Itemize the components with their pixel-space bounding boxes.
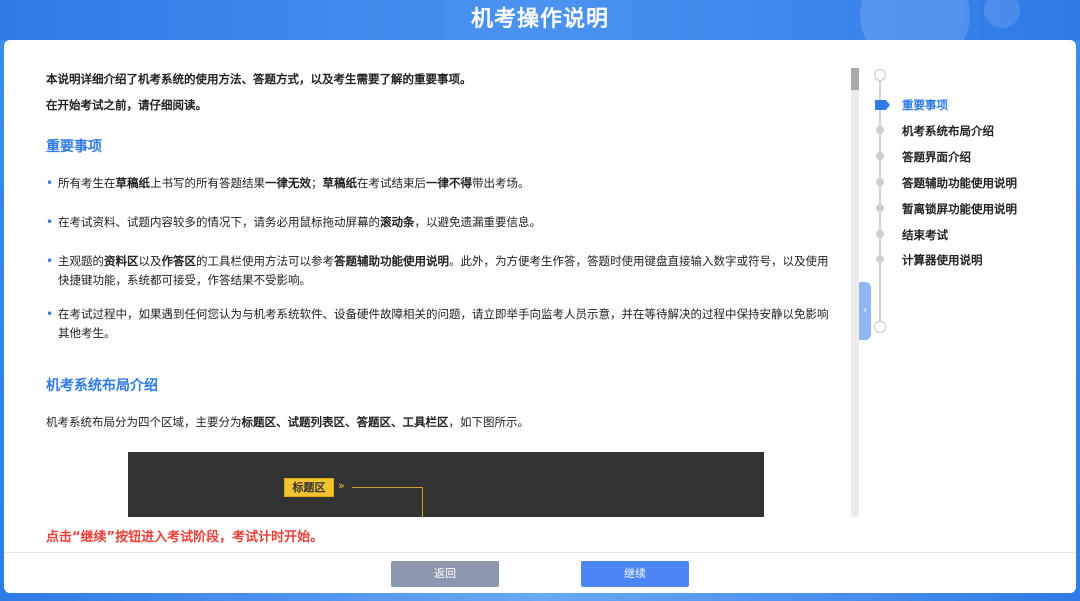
intro-line: 在开始考试之前，请仔细阅读。 xyxy=(46,98,207,112)
text-run: 在考试过程中，如果遇到任何您认为与机考系统软件、设备硬件故障相关的问题，请立即举… xyxy=(58,307,829,340)
text-run: 带出考场。 xyxy=(472,176,530,190)
emphasis-text: 草稿纸 xyxy=(322,176,358,190)
toc-item-lock-screen[interactable]: 暂离锁屏功能使用说明 xyxy=(902,201,1017,217)
toc-end-circle-icon xyxy=(874,321,886,333)
intro-line: 本说明详细介绍了机考系统的使用方法、答题方式，以及考生需要了解的重要事项。 xyxy=(46,72,472,86)
bullet-item: • 在考试资料、试题内容较多的情况下，请务必用鼠标拖动屏幕的滚动条，以避免遗漏重… xyxy=(46,213,836,232)
content-scrollbar-thumb[interactable] xyxy=(851,68,859,90)
toc-item-calculator[interactable]: 计算器使用说明 xyxy=(902,252,983,268)
emphasis-text: 草稿纸 xyxy=(115,176,151,190)
section-title-important: 重要事项 xyxy=(46,139,102,155)
toc-dot-icon xyxy=(876,230,884,238)
footer-divider xyxy=(4,552,1076,553)
text-run: 在考试资料、试题内容较多的情况下，请务必用鼠标拖动屏幕的 xyxy=(58,215,380,229)
instruction-content[interactable]: 本说明详细介绍了机考系统的使用方法、答题方式，以及考生需要了解的重要事项。 在开… xyxy=(46,62,842,517)
bullet-text: 在考试过程中，如果遇到任何您认为与机考系统软件、设备硬件故障相关的问题，请立即举… xyxy=(58,307,829,340)
bullet-dot-icon: • xyxy=(46,215,54,229)
toc-item-answer-ui[interactable]: 答题界面介绍 xyxy=(902,149,971,165)
text-run: 的工具栏使用方法可以参考 xyxy=(196,254,334,268)
page-title: 机考操作说明 xyxy=(470,7,609,32)
bullet-text: 主观题的资料区以及作答区的工具栏使用方法可以参考答题辅助功能使用说明。此外，为方… xyxy=(58,254,829,287)
double-arrow-icon: » xyxy=(338,479,345,492)
emphasis-text: 资料区 xyxy=(104,254,139,268)
bottom-decoration xyxy=(0,593,1080,601)
text-run: 在考试结束后 xyxy=(357,176,426,190)
text-run: ； xyxy=(311,176,323,190)
toc-dot-icon xyxy=(876,204,884,212)
bullet-text: 在考试资料、试题内容较多的情况下，请务必用鼠标拖动屏幕的滚动条，以避免遗漏重要信… xyxy=(58,215,541,229)
emphasis-text: 标题区、试题列表区、答题区、工具栏区 xyxy=(241,415,449,429)
layout-paragraph: 机考系统布局分为四个区域，主要分为标题区、试题列表区、答题区、工具栏区，如下图所… xyxy=(46,413,529,431)
layout-diagram: 标题区 » xyxy=(128,452,764,517)
text-run: 主观题的 xyxy=(58,254,104,268)
text-run: ，以避免遗漏重要信息。 xyxy=(414,215,542,229)
toc-item-assist-functions[interactable]: 答题辅助功能使用说明 xyxy=(902,175,1017,191)
toc-dot-icon xyxy=(876,152,884,160)
header-bar: 机考操作说明 xyxy=(0,0,1080,40)
toc-dot-icon xyxy=(876,178,884,186)
chevron-right-icon: › xyxy=(863,305,867,316)
bullet-dot-icon: • xyxy=(46,176,54,190)
continue-button[interactable]: 继续 xyxy=(581,561,689,587)
toc-active-marker-icon xyxy=(875,100,890,110)
toc-item-important[interactable]: 重要事项 xyxy=(902,97,948,113)
instruction-panel: 本说明详细介绍了机考系统的使用方法、答题方式，以及考生需要了解的重要事项。 在开… xyxy=(4,40,1076,593)
content-scrollbar-track[interactable] xyxy=(851,68,859,517)
bullet-text: 所有考生在草稿纸上书写的所有答题结果一律无效；草稿纸在考试结束后一律不得带出考场… xyxy=(58,176,530,190)
toc-start-circle-icon xyxy=(874,69,886,81)
toc-item-layout[interactable]: 机考系统布局介绍 xyxy=(902,123,994,139)
text-run: ，如下图所示。 xyxy=(448,415,530,429)
bullet-item: • 主观题的资料区以及作答区的工具栏使用方法可以参考答题辅助功能使用说明。此外，… xyxy=(46,252,836,290)
text-run: 所有考生在 xyxy=(58,176,116,190)
emphasis-text: 一律无效 xyxy=(265,176,311,190)
emphasis-text: 一律不得 xyxy=(426,176,472,190)
text-run: 以及 xyxy=(138,254,162,268)
text-run: 机考系统布局分为四个区域，主要分为 xyxy=(46,415,242,429)
collapse-toc-button[interactable]: › xyxy=(859,282,871,340)
bullet-dot-icon: • xyxy=(46,254,54,268)
section-title-layout: 机考系统布局介绍 xyxy=(46,378,158,394)
diagram-connector xyxy=(352,487,422,488)
bullet-dot-icon: • xyxy=(46,307,54,321)
text-run: 上书写的所有答题结果 xyxy=(150,176,265,190)
toc-item-end-exam[interactable]: 结束考试 xyxy=(902,227,948,243)
emphasis-text: 答题辅助功能使用说明 xyxy=(334,254,449,268)
back-button[interactable]: 返回 xyxy=(391,561,499,587)
toc-dot-icon xyxy=(876,255,884,263)
bullet-item: • 所有考生在草稿纸上书写的所有答题结果一律无效；草稿纸在考试结束后一律不得带出… xyxy=(46,174,836,193)
emphasis-text: 作答区 xyxy=(161,254,197,268)
start-notice: 点击“继续”按钮进入考试阶段，考试计时开始。 xyxy=(46,530,324,545)
diagram-connector xyxy=(422,487,423,517)
emphasis-text: 滚动条 xyxy=(380,215,415,229)
toc-dot-icon xyxy=(876,126,884,134)
bullet-item: • 在考试过程中，如果遇到任何您认为与机考系统软件、设备硬件故障相关的问题，请立… xyxy=(46,305,836,343)
diagram-tag-title-area: 标题区 xyxy=(284,478,334,497)
